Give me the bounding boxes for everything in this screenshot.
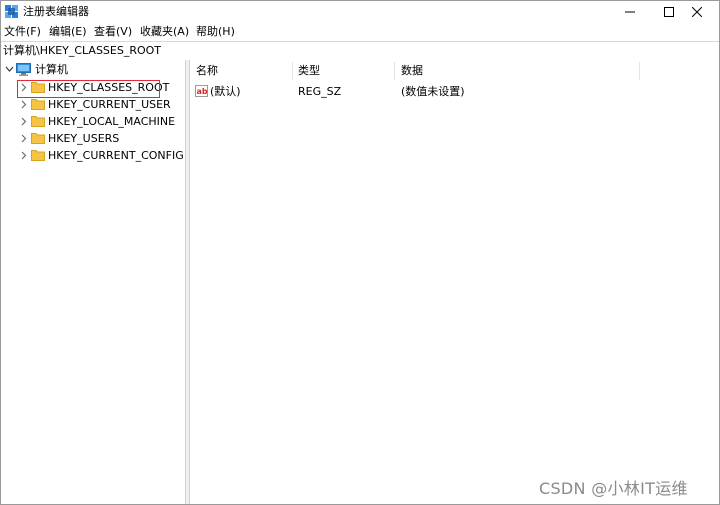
svg-text:ab: ab [197,87,208,96]
registry-editor-window: 注册表编辑器 文件(F) 编辑(E) 查看(V) 收藏夹(A) 帮助(H) 计算… [0,0,720,505]
chevron-right-icon[interactable] [19,147,28,164]
column-divider[interactable] [292,62,293,80]
address-path[interactable]: 计算机\HKEY_CLASSES_ROOT [3,44,161,58]
folder-icon [31,99,45,110]
registry-editor-app-icon [5,5,18,18]
tree-item-label: HKEY_CURRENT_USER [48,98,171,111]
address-bar[interactable]: 计算机\HKEY_CLASSES_ROOT [1,41,719,61]
menu-help[interactable]: 帮助(H) [196,25,235,39]
value-data-cell: (数值未设置) [401,85,465,98]
menu-edit[interactable]: 编辑(E) [49,25,87,39]
tree-label-computer: 计算机 [35,63,68,76]
chevron-right-icon[interactable] [19,113,28,130]
minimize-icon [624,11,635,13]
menu-file[interactable]: 文件(F) [4,25,41,39]
menu-favorites[interactable]: 收藏夹(A) [140,25,189,39]
tree-pane[interactable]: 计算机 HKEY_CLASSES_ROOT HKEY_CURRENT_USER … [1,60,185,504]
tree-item-hkey-users[interactable]: HKEY_USERS [1,130,185,147]
tree-item-label: HKEY_CURRENT_CONFIG [48,149,184,162]
folder-icon [31,116,45,127]
tree-item-hkey-current-user[interactable]: HKEY_CURRENT_USER [1,96,185,113]
values-list-pane[interactable]: 名称 类型 数据 ab (默认) REG_SZ (数值未设置) [190,60,719,504]
close-icon [691,7,702,17]
watermark-text: CSDN @小林IT运维 [539,479,688,498]
column-divider[interactable] [394,62,395,80]
menu-bar: 文件(F) 编辑(E) 查看(V) 收藏夹(A) 帮助(H) [1,23,719,41]
column-header-type[interactable]: 类型 [298,60,320,82]
title-bar[interactable]: 注册表编辑器 [1,1,719,23]
maximize-icon [663,7,674,17]
value-name-cell[interactable]: (默认) [210,83,241,100]
computer-icon [16,63,31,76]
folder-icon [31,150,45,161]
window-title: 注册表编辑器 [23,5,89,18]
chevron-right-icon[interactable] [19,96,28,113]
column-header-data[interactable]: 数据 [401,60,423,82]
tree-item-label: HKEY_LOCAL_MACHINE [48,115,176,128]
tree-item-label: HKEY_USERS [48,132,120,145]
column-divider[interactable] [639,62,640,80]
tree-item-hkey-current-config[interactable]: HKEY_CURRENT_CONFIG [1,147,185,164]
menu-view[interactable]: 查看(V) [94,25,132,39]
column-header-name[interactable]: 名称 [196,60,218,82]
chevron-right-icon[interactable] [19,130,28,147]
chevron-down-icon[interactable] [5,61,14,78]
selection-highlight-box [17,80,160,98]
value-type-cell: REG_SZ [298,85,342,98]
folder-icon [31,133,45,144]
string-value-icon: ab [195,85,208,97]
tree-node-computer[interactable]: 计算机 [1,61,185,78]
close-button[interactable] [674,1,719,23]
tree-item-hkey-local-machine[interactable]: HKEY_LOCAL_MACHINE [1,113,185,130]
